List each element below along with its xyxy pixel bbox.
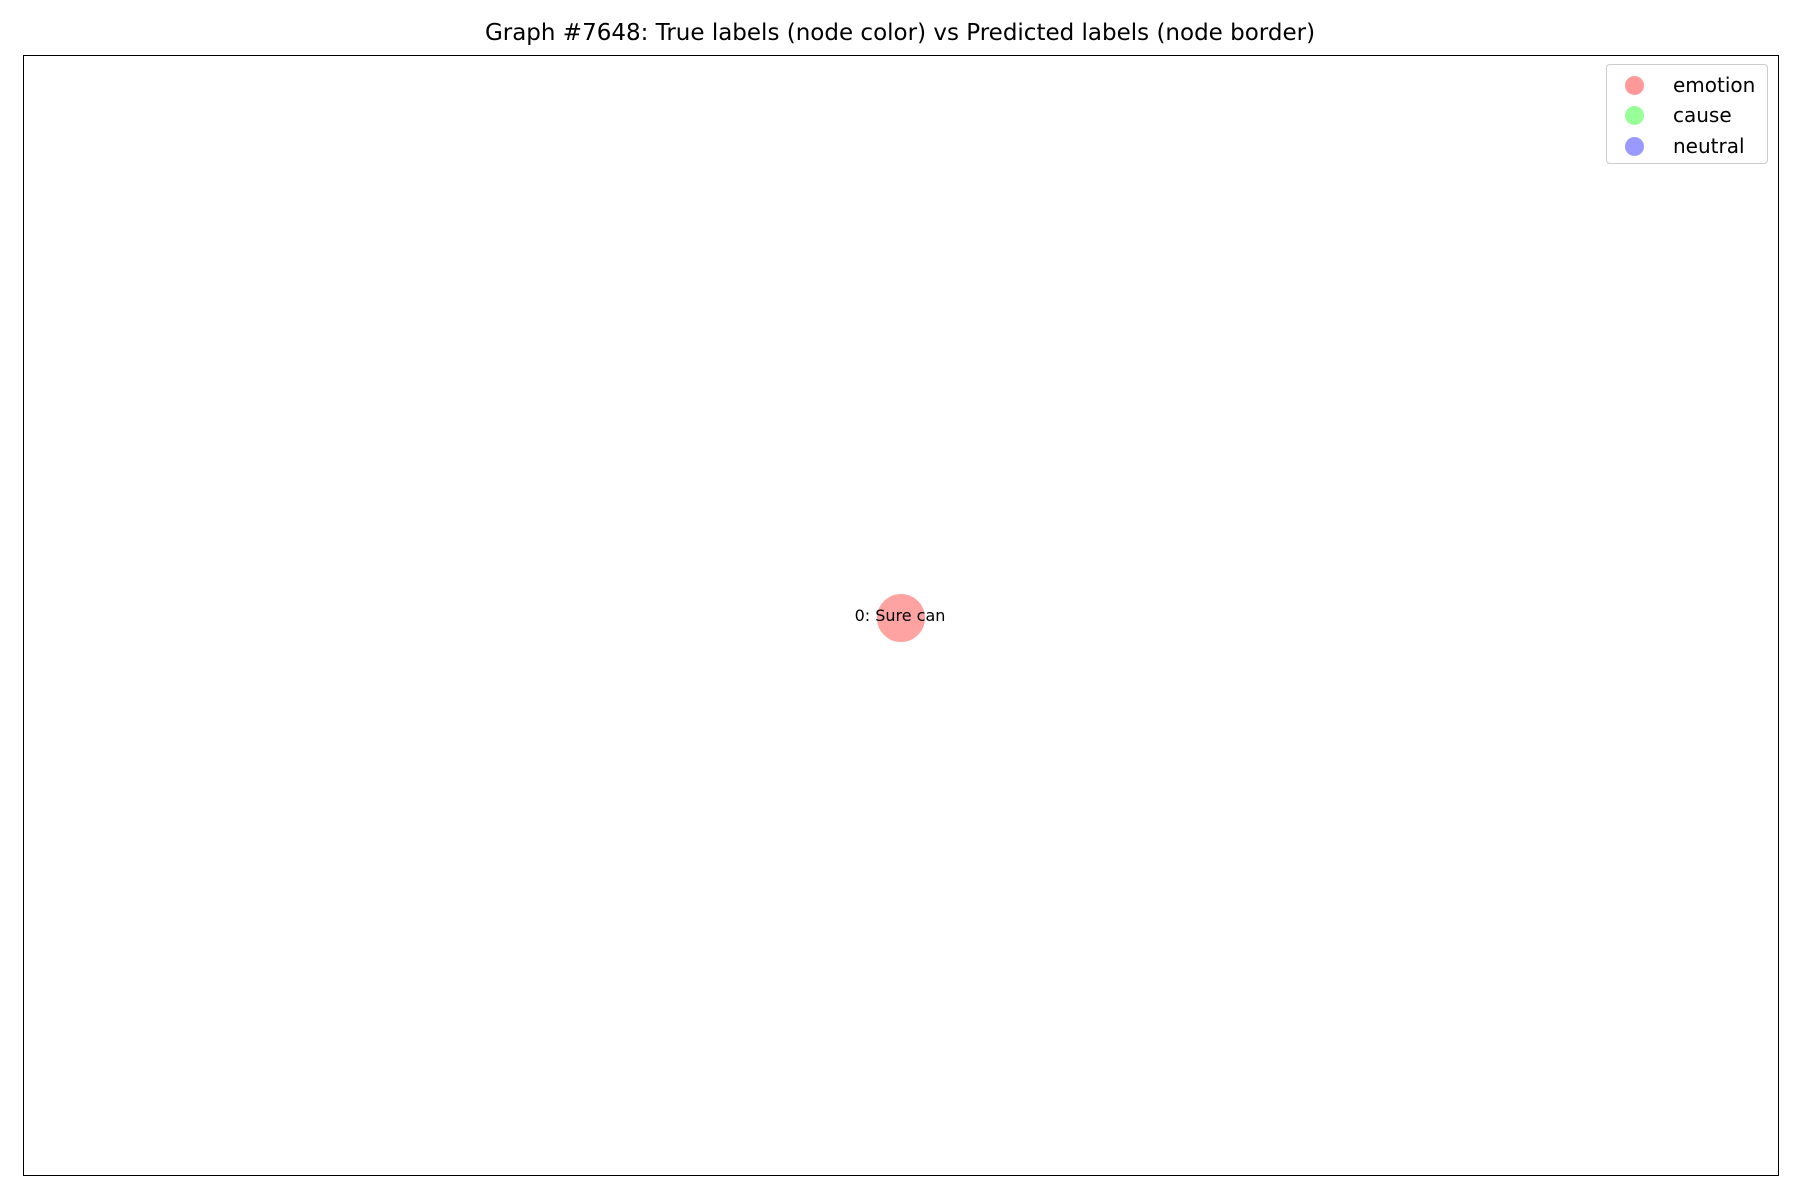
emotion-marker-icon bbox=[1625, 76, 1644, 95]
legend-label-neutral: neutral bbox=[1673, 134, 1745, 158]
cause-marker-icon bbox=[1625, 106, 1644, 125]
graph-node-0-label: 0: Sure can bbox=[854, 606, 946, 625]
figure-title: Graph #7648: True labels (node color) vs… bbox=[484, 20, 1316, 46]
legend-label-cause: cause bbox=[1673, 103, 1732, 127]
legend-item-neutral: neutral bbox=[1607, 131, 1767, 161]
legend: emotion cause neutral bbox=[1606, 64, 1768, 164]
legend-label-emotion: emotion bbox=[1673, 73, 1756, 97]
legend-item-cause: cause bbox=[1607, 100, 1767, 130]
neutral-marker-icon bbox=[1625, 137, 1644, 156]
legend-item-emotion: emotion bbox=[1607, 70, 1767, 100]
